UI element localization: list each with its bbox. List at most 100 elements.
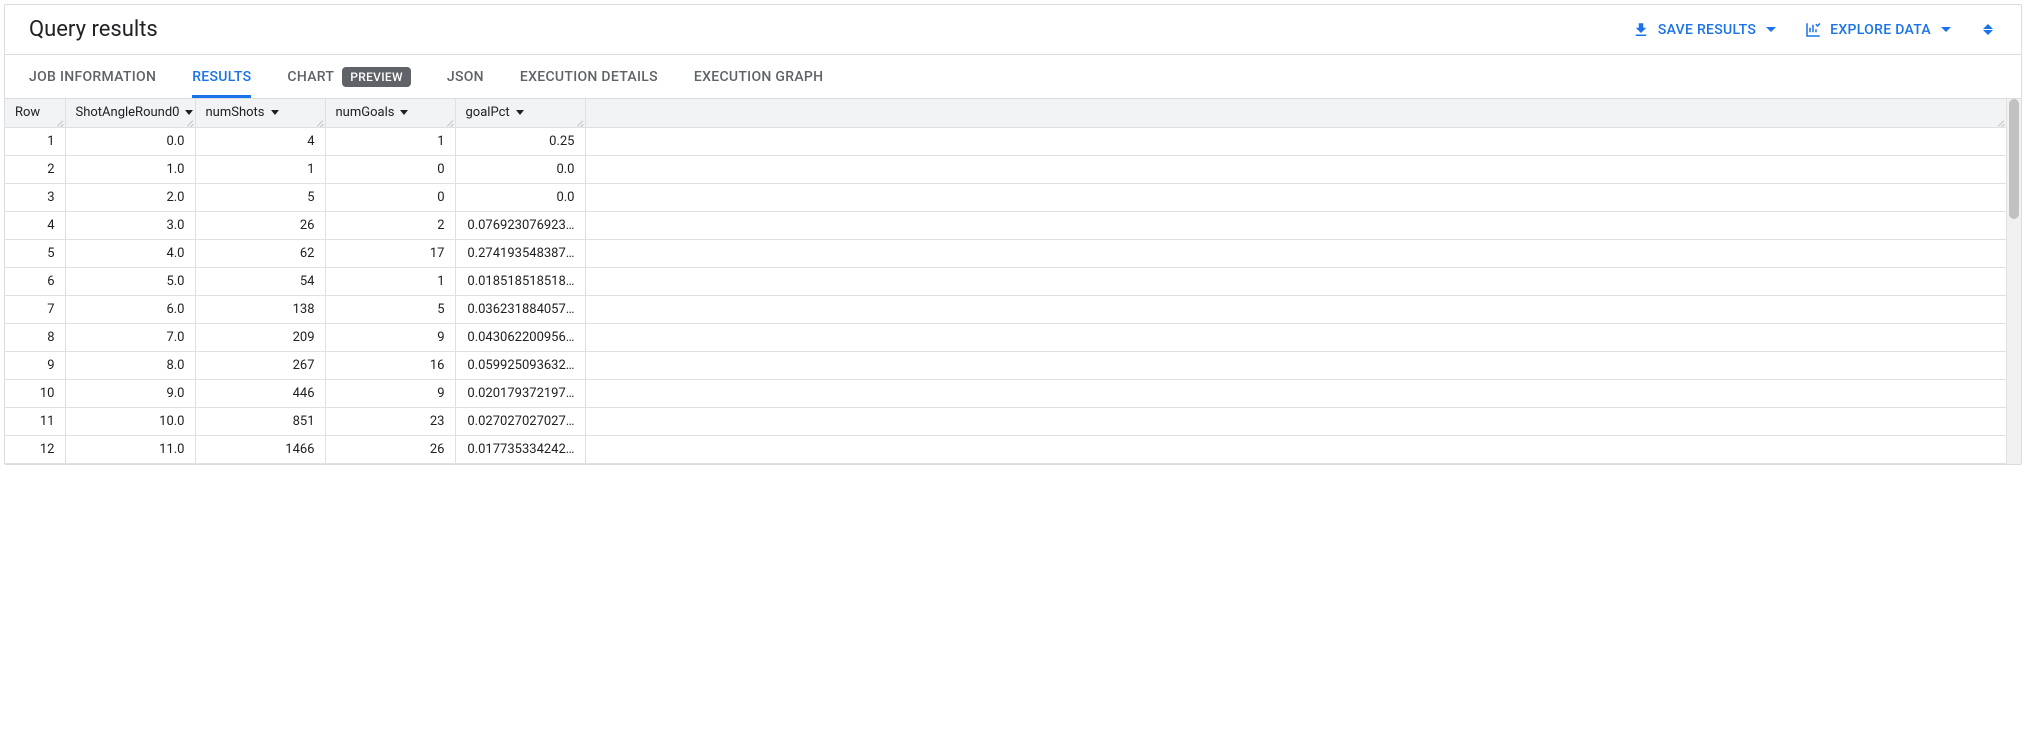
results-table-wrap: RowShotAngleRound0numShots numGoals goalPc… xyxy=(5,99,2021,464)
column-header-ShotAngleRound0[interactable]: ShotAngleRound0 xyxy=(65,99,195,127)
table-row[interactable]: 1110.0851230.027027027027… xyxy=(5,407,2007,435)
cell-row: 12 xyxy=(5,435,65,463)
tab-execdetails[interactable]: EXECUTION DETAILS xyxy=(520,55,658,98)
column-resize-handle[interactable] xyxy=(575,118,583,126)
cell-spacer xyxy=(585,239,2007,267)
table-header-row: RowShotAngleRound0numShots numGoals goalPc… xyxy=(5,99,2007,127)
cell-row: 1 xyxy=(5,127,65,155)
table-row[interactable]: 43.02620.076923076923… xyxy=(5,211,2007,239)
cell-numGoals: 26 xyxy=(325,435,455,463)
explore-data-label: EXPLORE DATA xyxy=(1830,22,1931,38)
cell-spacer xyxy=(585,351,2007,379)
cell-row: 6 xyxy=(5,267,65,295)
column-header-numShots[interactable]: numShots xyxy=(195,99,325,127)
cell-ShotAngleRound0: 6.0 xyxy=(65,295,195,323)
table-row[interactable]: 65.05410.018518518518… xyxy=(5,267,2007,295)
column-resize-handle[interactable] xyxy=(315,118,323,126)
sort-caret-icon xyxy=(271,110,279,115)
cell-ShotAngleRound0: 2.0 xyxy=(65,183,195,211)
cell-numGoals: 1 xyxy=(325,267,455,295)
cell-row: 4 xyxy=(5,211,65,239)
column-header-numGoals[interactable]: numGoals xyxy=(325,99,455,127)
cell-numGoals: 5 xyxy=(325,295,455,323)
cell-row: 2 xyxy=(5,155,65,183)
cell-goalPct: 0.043062200956… xyxy=(455,323,585,351)
dropdown-caret-icon xyxy=(1766,27,1776,32)
cell-goalPct: 0.25 xyxy=(455,127,585,155)
header-actions: SAVE RESULTS EXPLORE DATA xyxy=(1632,20,1997,39)
cell-numGoals: 9 xyxy=(325,379,455,407)
tab-results[interactable]: RESULTS xyxy=(192,55,251,98)
column-resize-handle[interactable] xyxy=(445,118,453,126)
table-row[interactable]: 54.062170.274193548387… xyxy=(5,239,2007,267)
cell-row: 11 xyxy=(5,407,65,435)
panel-header: Query results SAVE RESULTS EXPLORE DATA xyxy=(5,5,2021,55)
cell-goalPct: 0.036231884057… xyxy=(455,295,585,323)
cell-numGoals: 1 xyxy=(325,127,455,155)
query-results-panel: Query results SAVE RESULTS EXPLORE DATA … xyxy=(4,4,2022,465)
table-row[interactable]: 10.0410.25 xyxy=(5,127,2007,155)
cell-row: 5 xyxy=(5,239,65,267)
explore-data-button[interactable]: EXPLORE DATA xyxy=(1804,21,1951,39)
cell-goalPct: 0.020179372197… xyxy=(455,379,585,407)
cell-spacer xyxy=(585,435,2007,463)
table-row[interactable]: 32.0500.0 xyxy=(5,183,2007,211)
cell-goalPct: 0.059925093632… xyxy=(455,351,585,379)
tab-label: RESULTS xyxy=(192,69,251,85)
cell-spacer xyxy=(585,127,2007,155)
results-table: RowShotAngleRound0numShots numGoals goalPc… xyxy=(5,99,2007,464)
column-header-spacer xyxy=(585,99,2007,127)
cell-spacer xyxy=(585,323,2007,351)
cell-spacer xyxy=(585,295,2007,323)
cell-spacer xyxy=(585,379,2007,407)
cell-numGoals: 0 xyxy=(325,155,455,183)
table-row[interactable]: 21.0100.0 xyxy=(5,155,2007,183)
cell-ShotAngleRound0: 8.0 xyxy=(65,351,195,379)
tab-label: JSON xyxy=(447,69,484,85)
tab-json[interactable]: JSON xyxy=(447,55,484,98)
table-row[interactable]: 98.0267160.059925093632… xyxy=(5,351,2007,379)
tab-chart[interactable]: CHARTPREVIEW xyxy=(287,55,410,98)
cell-ShotAngleRound0: 5.0 xyxy=(65,267,195,295)
cell-row: 9 xyxy=(5,351,65,379)
cell-numShots: 446 xyxy=(195,379,325,407)
column-resize-handle[interactable] xyxy=(185,118,193,126)
column-resize-handle[interactable] xyxy=(1996,118,2004,126)
tab-label: CHART xyxy=(287,69,334,85)
cell-numShots: 26 xyxy=(195,211,325,239)
cell-ShotAngleRound0: 11.0 xyxy=(65,435,195,463)
scrollbar-thumb[interactable] xyxy=(2009,99,2019,219)
chart-icon xyxy=(1804,21,1822,39)
cell-ShotAngleRound0: 7.0 xyxy=(65,323,195,351)
results-table-scroll[interactable]: RowShotAngleRound0numShots numGoals goalPc… xyxy=(5,99,2007,464)
cell-numGoals: 16 xyxy=(325,351,455,379)
cell-spacer xyxy=(585,267,2007,295)
save-results-button[interactable]: SAVE RESULTS xyxy=(1632,21,1776,39)
cell-spacer xyxy=(585,211,2007,239)
tab-job[interactable]: JOB INFORMATION xyxy=(29,55,156,98)
column-header-goalPct[interactable]: goalPct xyxy=(455,99,585,127)
cell-numShots: 62 xyxy=(195,239,325,267)
table-row[interactable]: 1211.01466260.017735334242… xyxy=(5,435,2007,463)
cell-row: 8 xyxy=(5,323,65,351)
cell-numShots: 138 xyxy=(195,295,325,323)
cell-ShotAngleRound0: 1.0 xyxy=(65,155,195,183)
chevron-up-icon xyxy=(1983,24,1993,29)
column-header-row[interactable]: Row xyxy=(5,99,65,127)
cell-goalPct: 0.027027027027… xyxy=(455,407,585,435)
save-results-label: SAVE RESULTS xyxy=(1658,22,1756,38)
tab-label: EXECUTION GRAPH xyxy=(694,69,824,85)
table-row[interactable]: 76.013850.036231884057… xyxy=(5,295,2007,323)
column-label: goalPct xyxy=(466,105,510,120)
column-label: numGoals xyxy=(336,105,395,120)
cell-ShotAngleRound0: 3.0 xyxy=(65,211,195,239)
vertical-scrollbar[interactable] xyxy=(2007,99,2021,464)
cell-numShots: 4 xyxy=(195,127,325,155)
tab-execgraph[interactable]: EXECUTION GRAPH xyxy=(694,55,824,98)
cell-spacer xyxy=(585,155,2007,183)
column-resize-handle[interactable] xyxy=(55,118,63,126)
table-row[interactable]: 87.020990.043062200956… xyxy=(5,323,2007,351)
table-row[interactable]: 109.044690.020179372197… xyxy=(5,379,2007,407)
cell-ShotAngleRound0: 4.0 xyxy=(65,239,195,267)
expand-collapse-toggle[interactable] xyxy=(1979,20,1997,39)
